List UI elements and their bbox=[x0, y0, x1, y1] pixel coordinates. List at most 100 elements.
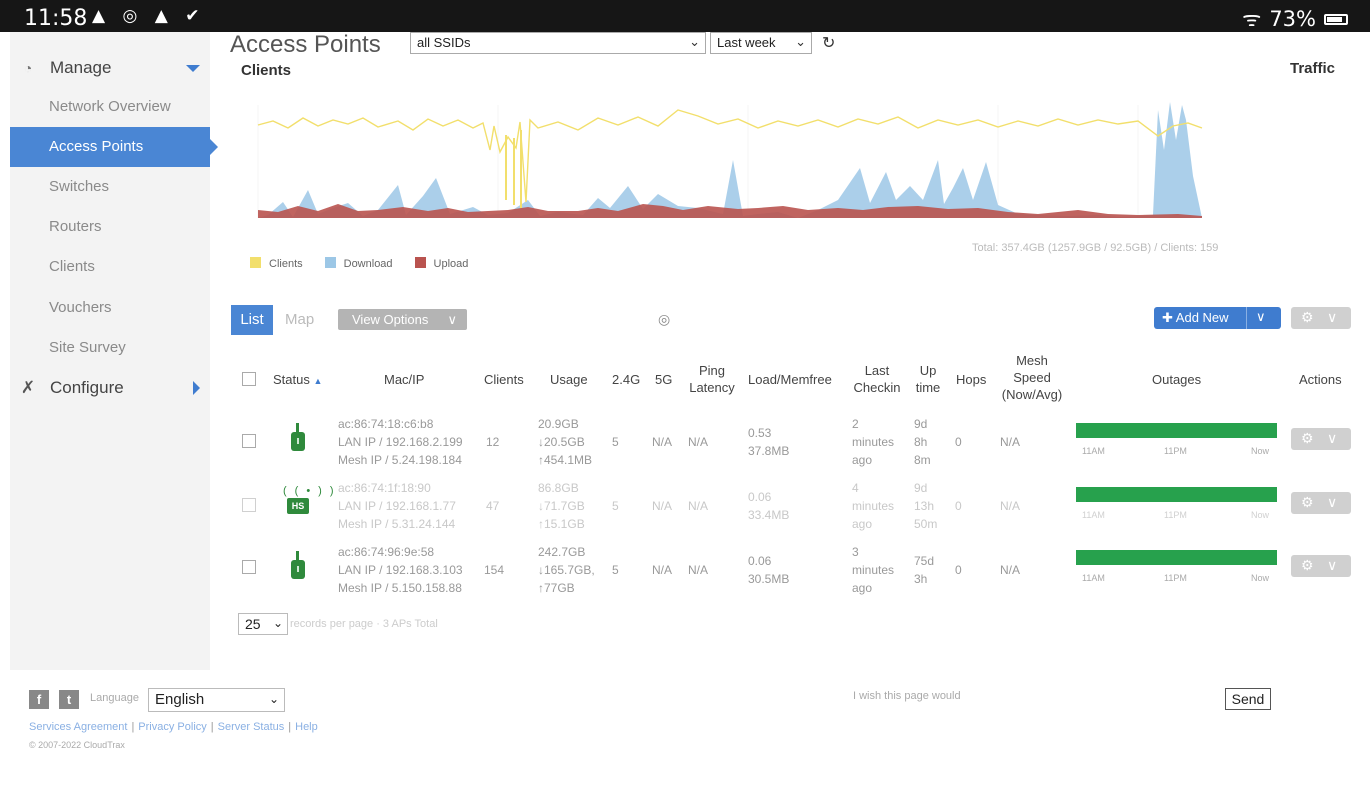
legend-label: Clients bbox=[269, 258, 303, 270]
clients-heading: Clients bbox=[241, 62, 292, 79]
sidebar-item-clients[interactable]: Clients bbox=[10, 247, 210, 287]
row-actions-button[interactable]: ⚙ ∨ bbox=[1291, 428, 1351, 450]
gear-icon: ⚙ bbox=[1301, 430, 1314, 446]
header-label: Status bbox=[273, 372, 310, 387]
column-header-load-memfree[interactable]: Load/Memfree bbox=[748, 371, 832, 388]
legend-swatch bbox=[250, 257, 261, 268]
sidebar-item-site-survey[interactable]: Site Survey bbox=[10, 328, 210, 368]
checkin-line: 2 bbox=[852, 417, 859, 431]
language-select[interactable]: English ⌄ bbox=[148, 688, 285, 712]
row-actions-button[interactable]: ⚙ ∨ bbox=[1291, 555, 1351, 577]
server-status-link[interactable]: Server Status bbox=[218, 721, 285, 733]
facebook-icon[interactable]: f bbox=[29, 690, 49, 709]
column-header-2-4g[interactable]: 2.4G bbox=[612, 371, 640, 388]
link-separator: | bbox=[210, 721, 214, 733]
sort-asc-icon: ▲ bbox=[313, 376, 323, 386]
column-header-mesh-speed[interactable]: Mesh Speed (Now/Avg) bbox=[996, 352, 1068, 403]
sidebar-item-routers[interactable]: Routers bbox=[10, 207, 210, 247]
mac-ip-cell[interactable]: ac:86:74:96:9e:58 LAN IP / 192.168.3.103… bbox=[338, 543, 463, 597]
language-value: English bbox=[155, 691, 205, 708]
usage-upload: ↑454.1MB bbox=[538, 453, 593, 467]
row-actions-button[interactable]: ⚙ ∨ bbox=[1291, 492, 1351, 514]
add-new-text: Add New bbox=[1175, 310, 1229, 325]
traffic-chart bbox=[257, 102, 1203, 218]
access-point-icon bbox=[291, 551, 305, 579]
chevron-down-icon[interactable]: ∨ bbox=[1256, 309, 1266, 325]
sidebar-item-network-overview[interactable]: Network Overview bbox=[10, 87, 210, 127]
mac-ip-cell[interactable]: ac:86:74:1f:18:90 LAN IP / 192.168.1.77 … bbox=[338, 479, 456, 533]
uptime-line: 3h bbox=[914, 572, 928, 586]
lan-ip: LAN IP / 192.168.2.199 bbox=[338, 435, 463, 449]
band-2-4g-cell: 5 bbox=[612, 499, 619, 513]
chevron-down-icon: ∨ bbox=[447, 312, 457, 327]
add-new-button[interactable]: ✚ Add New ∨ bbox=[1154, 307, 1281, 329]
twitter-icon[interactable]: t bbox=[59, 690, 79, 709]
last-checkin-cell: 2 minutes ago bbox=[852, 415, 894, 469]
mesh-ip: Mesh IP / 5.24.198.184 bbox=[338, 453, 462, 467]
usage-download: ↓71.7GB bbox=[538, 499, 585, 513]
view-options-button[interactable]: View Options ∨ bbox=[338, 309, 467, 330]
add-new-label: ✚ Add New bbox=[1162, 310, 1229, 326]
outage-label: Now bbox=[1251, 573, 1270, 583]
sidebar-item-access-points[interactable]: Access Points bbox=[10, 127, 218, 167]
list-view-tab[interactable]: List bbox=[231, 305, 273, 335]
per-page-value: 25 bbox=[245, 616, 261, 632]
mac-address: ac:86:74:1f:18:90 bbox=[338, 481, 431, 495]
uptime-line: 50m bbox=[914, 517, 938, 531]
services-agreement-link[interactable]: Services Agreement bbox=[29, 721, 127, 733]
mac-ip-cell[interactable]: ac:86:74:18:c6:b8 LAN IP / 192.168.2.199… bbox=[338, 415, 463, 469]
band-2-4g-cell: 5 bbox=[612, 435, 619, 449]
column-header-uptime[interactable]: Up time bbox=[912, 362, 944, 396]
load-value: 0.06 bbox=[748, 554, 772, 568]
row-checkbox[interactable] bbox=[242, 560, 256, 574]
mac-address: ac:86:74:96:9e:58 bbox=[338, 545, 435, 559]
column-header-status[interactable]: Status ▲ bbox=[273, 371, 322, 390]
column-header-clients[interactable]: Clients bbox=[484, 371, 524, 388]
column-header-last-checkin[interactable]: Last Checkin bbox=[850, 362, 904, 396]
column-header-mac-ip[interactable]: Mac/IP bbox=[384, 371, 424, 388]
language-label: Language bbox=[90, 692, 139, 704]
gear-icon: ⚙ bbox=[1301, 557, 1314, 573]
location-icon[interactable]: ◎ bbox=[658, 311, 670, 328]
select-all-checkbox[interactable] bbox=[242, 372, 256, 386]
status-right: ᯤ 73% bbox=[1242, 5, 1348, 33]
mac-address: ac:86:74:18:c6:b8 bbox=[338, 417, 434, 431]
records-per-page-select[interactable]: 25 ⌄ bbox=[238, 613, 288, 635]
outage-label: Now bbox=[1251, 446, 1270, 456]
help-link[interactable]: Help bbox=[295, 721, 318, 733]
load-memfree-cell: 0.53 37.8MB bbox=[748, 424, 789, 460]
usage-upload: ↑15.1GB bbox=[538, 517, 585, 531]
range-select[interactable]: Last week ⌄ bbox=[710, 32, 812, 54]
refresh-icon[interactable]: ↻ bbox=[822, 33, 835, 53]
footer-links: Services Agreement | Privacy Policy | Server… bbox=[29, 721, 318, 733]
map-view-tab[interactable]: Map bbox=[285, 305, 314, 335]
column-header-hops[interactable]: Hops bbox=[956, 371, 986, 388]
privacy-policy-link[interactable]: Privacy Policy bbox=[138, 721, 206, 733]
band-5g-cell: N/A bbox=[652, 499, 673, 513]
outage-label: 11PM bbox=[1164, 573, 1187, 583]
battery-percent: 73% bbox=[1269, 7, 1316, 31]
usage-total: 242.7GB bbox=[538, 545, 586, 559]
sidebar-item-vouchers[interactable]: Vouchers bbox=[10, 288, 210, 328]
sidebar-item-switches[interactable]: Switches bbox=[10, 167, 210, 207]
sidebar: ◔ Manage Network Overview Access Points … bbox=[10, 32, 218, 670]
mesh-ip: Mesh IP / 5.150.158.88 bbox=[338, 581, 462, 595]
mesh-ip: Mesh IP / 5.31.24.144 bbox=[338, 517, 456, 531]
mesh-speed-cell: N/A bbox=[1000, 435, 1021, 449]
row-checkbox[interactable] bbox=[242, 498, 256, 512]
send-feedback-button[interactable]: Send bbox=[1225, 688, 1271, 710]
ssid-select[interactable]: all SSIDs ⌄ bbox=[410, 32, 706, 54]
sidebar-section-manage[interactable]: ◔ Manage bbox=[10, 50, 210, 86]
column-header-5g[interactable]: 5G bbox=[655, 371, 672, 388]
column-header-usage[interactable]: Usage bbox=[550, 371, 588, 388]
checkin-line: ago bbox=[852, 581, 873, 595]
column-header-ping-latency[interactable]: Ping Latency bbox=[686, 362, 738, 396]
checkin-line: ago bbox=[852, 517, 873, 531]
sidebar-section-configure[interactable]: ✗ Configure bbox=[10, 370, 210, 406]
gear-icon: ⚙ bbox=[1301, 494, 1314, 510]
feedback-input[interactable]: I wish this page would bbox=[853, 690, 961, 702]
row-checkbox[interactable] bbox=[242, 434, 256, 448]
dashboard-icon: ◔ bbox=[23, 60, 33, 76]
band-2-4g-cell: 5 bbox=[612, 563, 619, 577]
bulk-actions-button[interactable]: ⚙ ∨ bbox=[1291, 307, 1351, 329]
